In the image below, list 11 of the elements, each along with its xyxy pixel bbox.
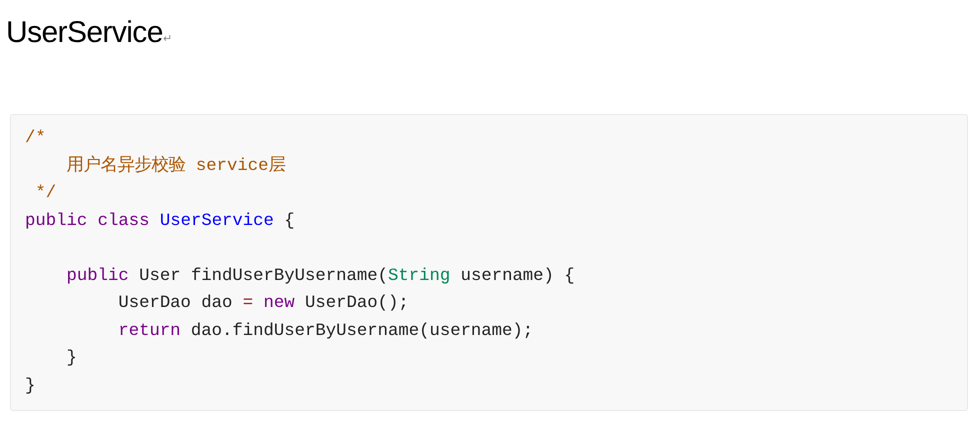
code-line: /* — [25, 128, 47, 150]
code-line: return dao.findUserByUsername(username); — [117, 320, 534, 342]
code-line: public class UserService { — [25, 210, 296, 232]
code-line: */ — [34, 183, 58, 205]
code-line: UserDao dao = new UserDao(); — [117, 293, 410, 315]
code-line: } — [65, 348, 78, 370]
code-line: public User findUserByUsername(String username) { — [65, 266, 576, 288]
heading: UserService — [6, 16, 163, 49]
code-line: } — [25, 376, 36, 398]
paragraph-mark: ↵ — [162, 33, 172, 45]
code-line: 用户名异步校验 service层 — [65, 154, 286, 178]
